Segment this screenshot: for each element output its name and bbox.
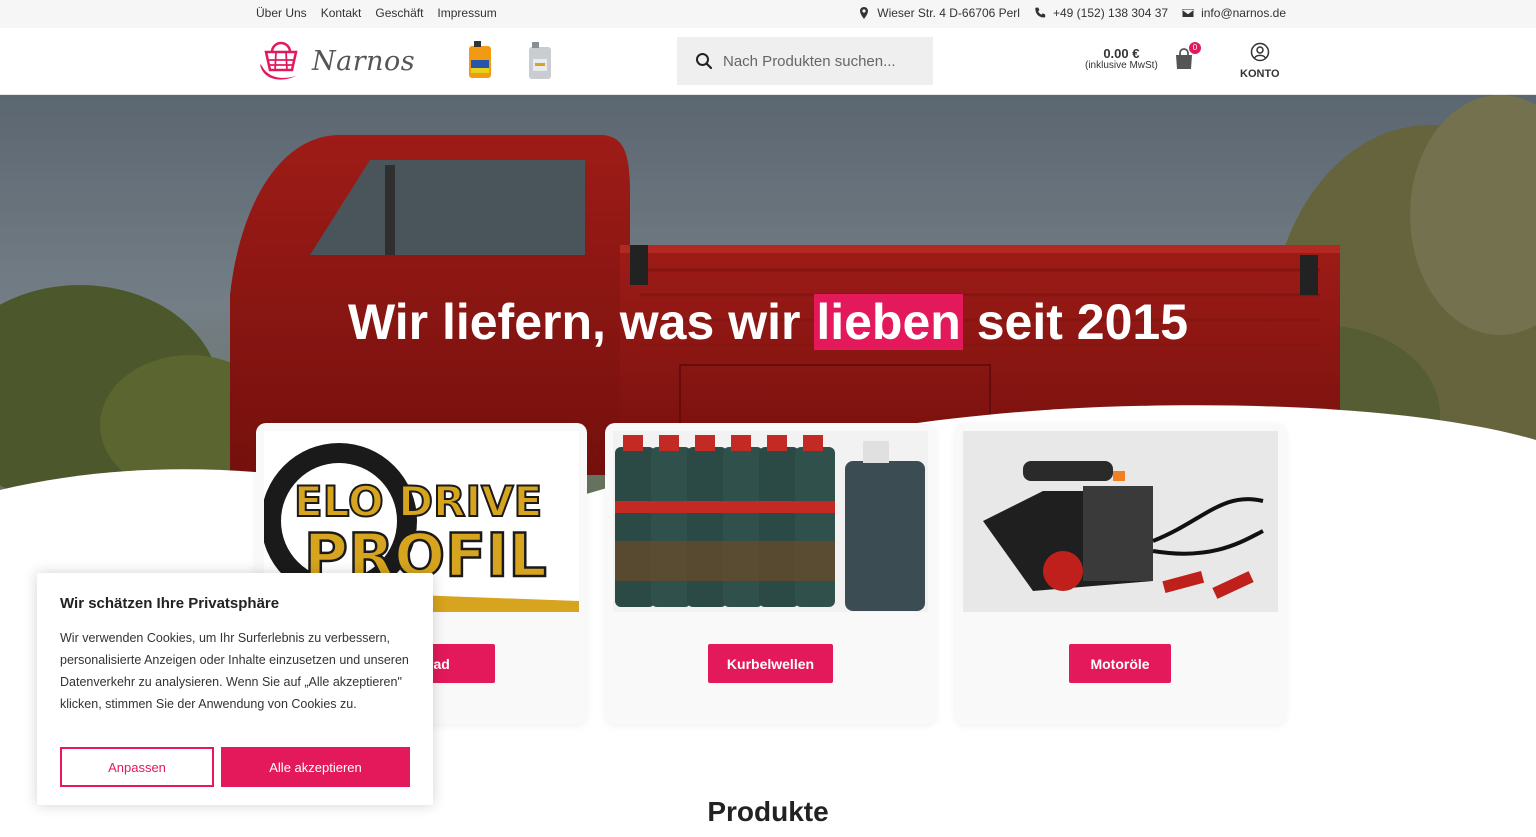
basket-logo-icon xyxy=(260,41,298,80)
category-button-kurbelwellen[interactable]: Kurbelwellen xyxy=(708,644,833,683)
email-item[interactable]: info@narnos.de xyxy=(1182,6,1286,20)
bottle-group xyxy=(615,435,925,611)
cart-tax-note: (inklusive MwSt) xyxy=(1085,60,1158,71)
logo[interactable]: Narnos xyxy=(258,38,415,84)
cookie-customize-button[interactable]: Anpassen xyxy=(60,747,214,787)
hero-title-start: Wir liefern, was wir xyxy=(347,294,801,350)
card1-image-text-top: ELO DRIVE xyxy=(294,477,542,526)
fuel-pump-image xyxy=(963,431,1278,612)
cart-summary[interactable]: 0.00 € (inklusive MwSt) xyxy=(1085,46,1158,72)
hero-title: Wir liefern, was wir lieben seit 2015 xyxy=(0,293,1536,351)
category-image-pump xyxy=(963,431,1278,612)
cart-amount: 0.00 € xyxy=(1103,46,1140,61)
email-text[interactable]: info@narnos.de xyxy=(1201,6,1286,20)
oil-bottles-image xyxy=(613,431,928,612)
oil-can-silver-icon[interactable] xyxy=(526,41,554,81)
main-header: Narnos 0.00 € (inklusive MwSt) 0 KONTO xyxy=(0,28,1536,95)
phone-icon xyxy=(1035,7,1046,18)
account-link[interactable]: KONTO xyxy=(1240,42,1280,80)
search-box[interactable] xyxy=(677,37,933,85)
cookie-consent-banner: Wir schätzen Ihre Privatsphäre Wir verwe… xyxy=(37,573,433,805)
address-text: Wieser Str. 4 D-66706 Perl xyxy=(877,6,1020,20)
account-label: KONTO xyxy=(1240,68,1280,80)
hero-title-end: seit 2015 xyxy=(976,294,1189,350)
cookie-text: Wir verwenden Cookies, um Ihr Surferlebn… xyxy=(60,631,409,711)
map-pin-icon xyxy=(860,7,869,19)
contact-info: Wieser Str. 4 D-66706 Perl +49 (152) 138… xyxy=(858,6,1286,20)
cookie-accept-all-button[interactable]: Alle akzeptieren xyxy=(221,747,410,787)
search-icon xyxy=(696,53,713,70)
cookie-title: Wir schätzen Ihre Privatsphäre xyxy=(60,595,280,612)
oil-can-orange-icon[interactable] xyxy=(466,40,494,80)
phone-text[interactable]: +49 (152) 138 304 37 xyxy=(1053,6,1168,20)
user-icon xyxy=(1250,42,1270,62)
nav-link-geschaeft[interactable]: Geschäft xyxy=(375,6,423,20)
category-card-kurbelwellen[interactable]: Kurbelwellen xyxy=(605,423,936,724)
envelope-icon xyxy=(1182,9,1194,17)
nav-link-kontakt[interactable]: Kontakt xyxy=(321,6,362,20)
address-item: Wieser Str. 4 D-66706 Perl xyxy=(858,6,1020,20)
category-image-oil-bottles xyxy=(613,431,928,612)
nav-link-ueber-uns[interactable]: Über Uns xyxy=(256,6,307,20)
top-bar: Über Uns Kontakt Geschäft Impressum Wies… xyxy=(0,0,1536,28)
category-button-motoroele[interactable]: Motoröle xyxy=(1069,644,1171,683)
phone-item[interactable]: +49 (152) 138 304 37 xyxy=(1034,6,1168,20)
cart-count-badge: 0 xyxy=(1189,42,1201,54)
nav-link-impressum[interactable]: Impressum xyxy=(437,6,496,20)
top-nav: Über Uns Kontakt Geschäft Impressum xyxy=(256,6,497,20)
category-card-motoroele[interactable]: Motoröle xyxy=(955,423,1286,724)
search-input[interactable] xyxy=(723,52,923,70)
logo-text: Narnos xyxy=(312,45,416,77)
hero-title-highlight: lieben xyxy=(814,294,963,350)
